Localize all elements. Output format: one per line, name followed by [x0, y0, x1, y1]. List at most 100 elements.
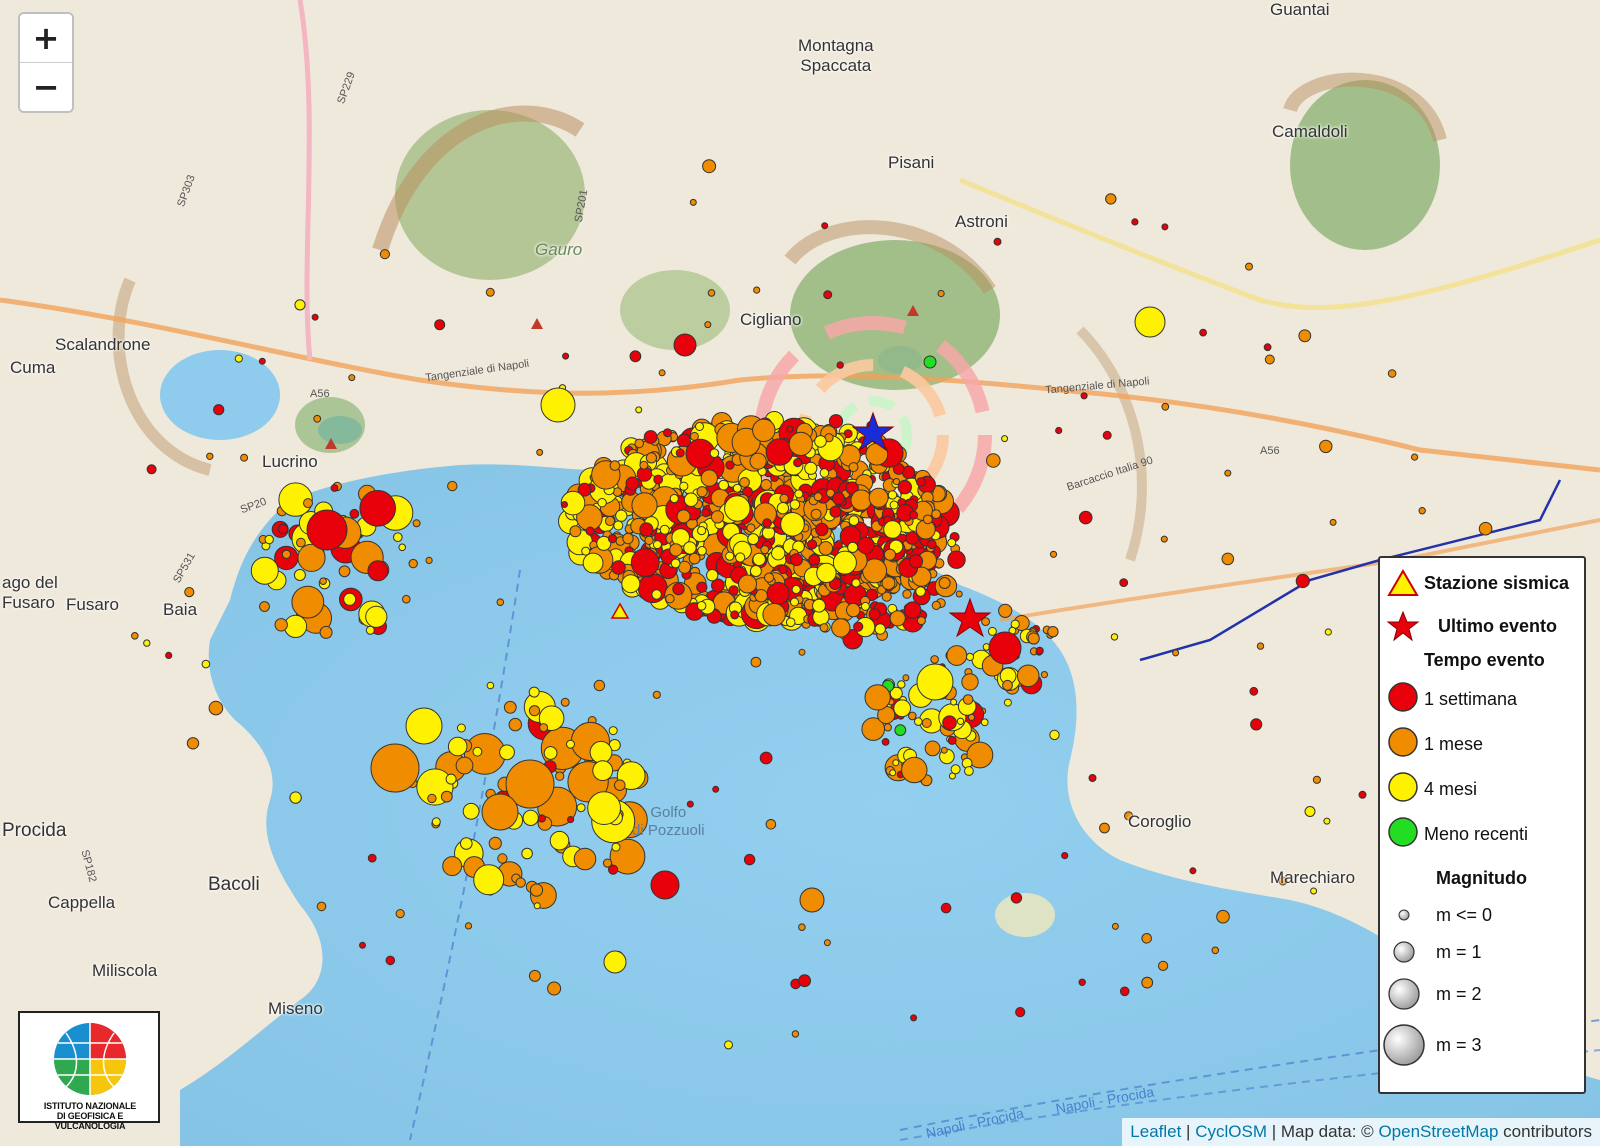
earthquake-event-marker[interactable] [790, 553, 803, 567]
earthquake-event-marker[interactable] [1141, 933, 1152, 944]
earthquake-event-marker[interactable] [765, 438, 794, 466]
earthquake-event-marker[interactable] [496, 598, 505, 607]
earthquake-event-marker[interactable] [791, 1030, 800, 1038]
earthquake-event-marker[interactable] [637, 573, 668, 604]
earthquake-event-marker[interactable] [1160, 535, 1168, 543]
earthquake-event-marker[interactable] [924, 740, 941, 757]
earthquake-event-marker[interactable] [780, 512, 805, 537]
earthquake-event-marker[interactable] [738, 574, 757, 594]
earthquake-event-marker[interactable] [993, 237, 1002, 246]
earthquake-event-marker[interactable] [1088, 774, 1097, 782]
earthquake-event-marker[interactable] [486, 681, 495, 690]
earthquake-event-marker[interactable] [778, 564, 788, 575]
earthquake-event-marker[interactable] [676, 509, 691, 524]
earthquake-event-marker[interactable] [625, 476, 640, 491]
earthquake-event-marker[interactable] [614, 779, 626, 792]
earthquake-event-marker[interactable] [747, 533, 760, 546]
earthquake-event-marker[interactable] [338, 565, 351, 578]
earthquake-event-marker[interactable] [293, 569, 306, 581]
earthquake-event-marker[interactable] [1055, 426, 1063, 435]
earthquake-event-marker[interactable] [789, 499, 801, 510]
earthquake-event-marker[interactable] [1263, 343, 1272, 352]
earthquake-event-marker[interactable] [1310, 887, 1318, 895]
earthquake-event-marker[interactable] [728, 585, 739, 596]
earthquake-event-marker[interactable] [897, 479, 912, 495]
earthquake-event-marker[interactable] [707, 289, 716, 297]
earthquake-event-marker[interactable] [810, 508, 822, 520]
earthquake-event-marker[interactable] [319, 625, 333, 639]
earthquake-event-marker[interactable] [367, 853, 377, 863]
earthquake-event-marker[interactable] [832, 491, 845, 505]
cyclosm-link[interactable]: CyclOSM [1195, 1122, 1267, 1141]
earthquake-event-marker[interactable] [644, 535, 654, 546]
earthquake-event-marker[interactable] [864, 684, 891, 711]
earthquake-event-marker[interactable] [405, 707, 443, 745]
earthquake-event-marker[interactable] [359, 490, 397, 527]
earthquake-event-marker[interactable] [908, 711, 917, 721]
earthquake-event-marker[interactable] [829, 505, 842, 518]
earthquake-event-marker[interactable] [853, 621, 864, 632]
earthquake-event-marker[interactable] [508, 717, 522, 732]
earthquake-event-marker[interactable] [793, 458, 803, 468]
earthquake-event-marker[interactable] [749, 565, 762, 577]
earthquake-event-marker[interactable] [947, 735, 957, 745]
earthquake-event-marker[interactable] [1080, 392, 1088, 400]
earthquake-event-marker[interactable] [735, 552, 746, 563]
earthquake-event-marker[interactable] [889, 769, 897, 777]
earthquake-event-marker[interactable] [608, 726, 618, 736]
earthquake-event-marker[interactable] [306, 509, 348, 551]
earthquake-event-marker[interactable] [1078, 510, 1093, 525]
earthquake-event-marker[interactable] [427, 793, 437, 804]
earthquake-event-marker[interactable] [901, 756, 928, 784]
earthquake-event-marker[interactable] [615, 509, 628, 522]
earthquake-event-marker[interactable] [1295, 573, 1310, 589]
earthquake-event-marker[interactable] [549, 830, 570, 851]
earthquake-event-marker[interactable] [881, 738, 890, 746]
earthquake-event-marker[interactable] [730, 610, 740, 620]
earthquake-event-marker[interactable] [816, 562, 837, 584]
earthquake-event-marker[interactable] [931, 509, 941, 519]
earthquake-event-marker[interactable] [695, 422, 704, 431]
earthquake-event-marker[interactable] [653, 474, 664, 485]
earthquake-event-marker[interactable] [762, 518, 772, 528]
earthquake-event-marker[interactable] [576, 803, 586, 813]
earthquake-event-marker[interactable] [760, 479, 772, 491]
earthquake-event-marker[interactable] [488, 836, 502, 850]
earthquake-event-marker[interactable] [398, 543, 407, 552]
earthquake-event-marker[interactable] [611, 560, 626, 575]
earthquake-event-marker[interactable] [915, 586, 926, 597]
earthquake-event-marker[interactable] [887, 490, 898, 500]
earthquake-event-marker[interactable] [635, 406, 643, 414]
earthquake-event-marker[interactable] [367, 560, 389, 582]
earthquake-event-marker[interactable] [739, 477, 750, 488]
earthquake-event-marker[interactable] [697, 526, 707, 536]
earthquake-event-marker[interactable] [940, 902, 952, 914]
earthquake-event-marker[interactable] [962, 694, 974, 705]
earthquake-event-marker[interactable] [848, 515, 860, 526]
earthquake-event-marker[interactable] [250, 556, 279, 585]
earthquake-event-marker[interactable] [883, 723, 892, 732]
earthquake-event-marker[interactable] [791, 584, 801, 595]
earthquake-event-marker[interactable] [1298, 329, 1312, 343]
earthquake-event-marker[interactable] [922, 514, 933, 525]
earthquake-event-marker[interactable] [1161, 223, 1169, 231]
earthquake-event-marker[interactable] [812, 598, 826, 613]
earthquake-event-marker[interactable] [1078, 978, 1086, 986]
earthquake-event-marker[interactable] [1111, 922, 1119, 930]
earthquake-event-marker[interactable] [799, 887, 825, 913]
earthquake-event-marker[interactable] [892, 759, 900, 767]
earthquake-event-marker[interactable] [902, 674, 910, 682]
earthquake-event-marker[interactable] [1264, 354, 1275, 365]
earthquake-event-marker[interactable] [696, 486, 708, 498]
earthquake-event-marker[interactable] [1010, 892, 1023, 904]
earthquake-event-marker[interactable] [1016, 664, 1040, 688]
earthquake-event-marker[interactable] [485, 287, 495, 297]
earthquake-event-marker[interactable] [790, 597, 799, 607]
earthquake-event-marker[interactable] [370, 743, 420, 793]
earthquake-event-marker[interactable] [1119, 986, 1130, 997]
earthquake-event-marker[interactable] [630, 548, 660, 577]
earthquake-event-marker[interactable] [515, 877, 526, 888]
earthquake-event-marker[interactable] [1040, 671, 1049, 679]
earthquake-event-marker[interactable] [431, 817, 441, 827]
earthquake-event-marker[interactable] [540, 387, 576, 423]
